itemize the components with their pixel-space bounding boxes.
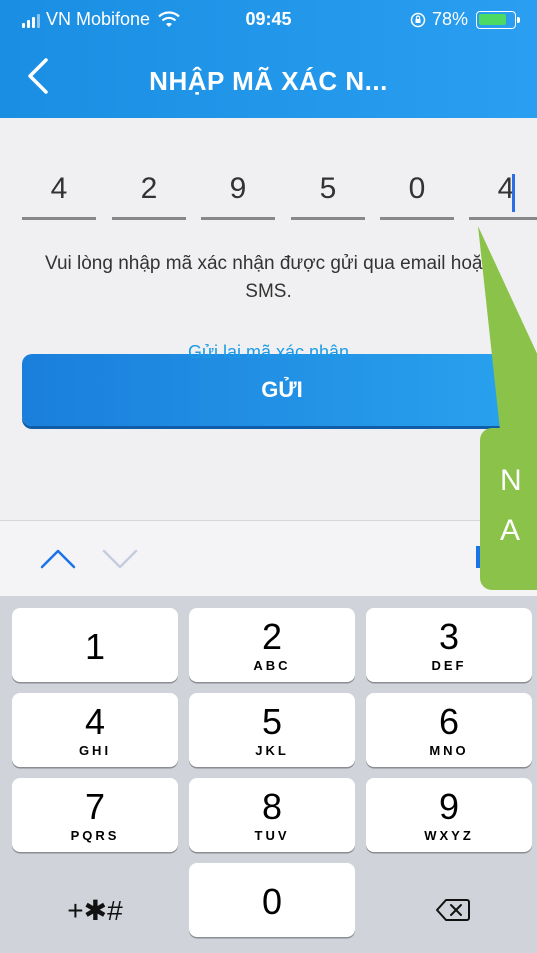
backspace-key[interactable] [374, 874, 534, 948]
page-title: NHẬP MÃ XÁC N... [149, 66, 388, 96]
verification-code-input[interactable]: 4 2 9 5 0 4 [22, 164, 537, 224]
text-caret [512, 174, 515, 212]
code-digit-3[interactable]: 9 [201, 164, 275, 220]
key-8[interactable]: 8 TUV [189, 778, 355, 852]
key-0[interactable]: 0 [189, 863, 355, 937]
key-5[interactable]: 5 JKL [189, 693, 355, 767]
annotation-callout: N A [480, 428, 537, 590]
code-digit-value: 4 [497, 172, 515, 205]
code-digit-4[interactable]: 5 [291, 164, 365, 220]
send-button[interactable]: GỬI [22, 354, 537, 426]
keyboard-accessory-bar [0, 520, 537, 596]
battery-percent: 78% [432, 9, 469, 29]
next-field-chevron-icon[interactable] [100, 543, 140, 573]
key-3[interactable]: 3 DEF [366, 608, 532, 682]
instruction-text: Vui lòng nhập mã xác nhận được gửi qua e… [44, 253, 493, 302]
key-9[interactable]: 9 WXYZ [366, 778, 532, 852]
backspace-icon [436, 899, 470, 921]
code-digit-2[interactable]: 2 [112, 164, 186, 220]
orientation-lock-icon [410, 12, 426, 27]
code-digit-value: 2 [140, 172, 158, 205]
previous-field-chevron-icon[interactable] [38, 543, 78, 573]
code-digit-value: 0 [408, 172, 426, 205]
code-digit-value: 4 [50, 172, 68, 205]
callout-line-2: A [500, 514, 521, 547]
status-bar: VN Mobifone 09:45 78% [0, 0, 537, 38]
status-right: 78% [410, 9, 521, 30]
key-7[interactable]: 7 PQRS [12, 778, 178, 852]
app-header: VN Mobifone 09:45 78% NHẬP MÃ XÁC N... [0, 0, 537, 118]
callout-line-1: N [500, 464, 522, 497]
key-2[interactable]: 2 ABC [189, 608, 355, 682]
battery-icon [476, 10, 521, 29]
symbols-key[interactable]: +✱# [12, 874, 178, 948]
nav-bar: NHẬP MÃ XÁC N... [0, 40, 537, 118]
code-digit-1[interactable]: 4 [22, 164, 96, 220]
code-digit-5[interactable]: 0 [380, 164, 454, 220]
key-6[interactable]: 6 MNO [366, 693, 532, 767]
key-1[interactable]: 1 [12, 608, 178, 682]
key-4[interactable]: 4 GHI [12, 693, 178, 767]
code-digit-6[interactable]: 4 [469, 164, 537, 220]
code-digit-value: 5 [319, 172, 337, 205]
resend-code-link[interactable]: Gửi lại mã xác nhận [0, 342, 537, 363]
code-digit-value: 9 [229, 172, 247, 205]
screen: VN Mobifone 09:45 78% NHẬP MÃ XÁC N... 4… [0, 0, 537, 953]
